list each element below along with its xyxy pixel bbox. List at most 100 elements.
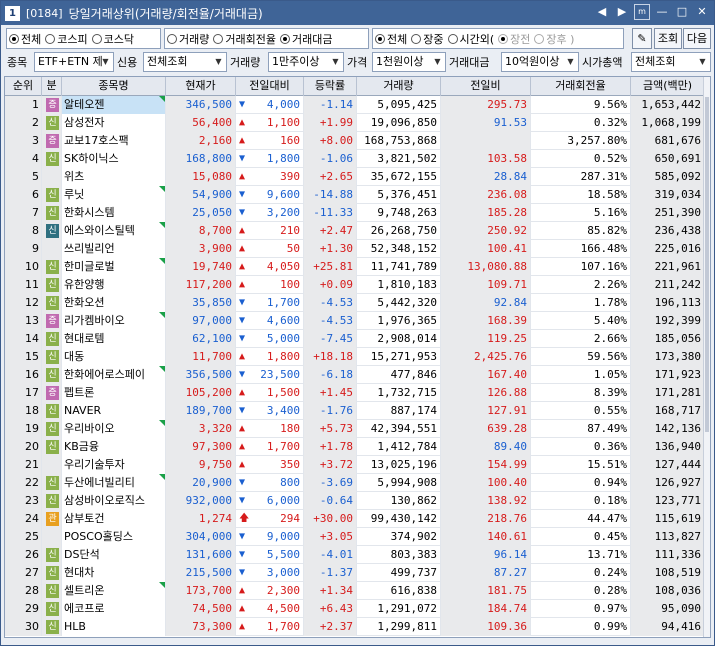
credit-select[interactable]: 전체조회 ▼ xyxy=(143,52,227,72)
col-rate[interactable]: 등락률 xyxy=(304,77,357,96)
session-radio-premarket[interactable]: 장전 xyxy=(498,31,530,47)
price-select[interactable]: 1천원이상 ▼ xyxy=(372,52,446,72)
stock-name-cell[interactable]: HLB xyxy=(62,618,166,636)
stock-name-cell[interactable]: 리가켐바이오 xyxy=(62,312,166,330)
stock-name-cell[interactable]: POSCO홀딩스 xyxy=(62,528,166,546)
maximize-icon[interactable]: □ xyxy=(674,4,690,20)
table-row[interactable]: 10 신 한미글로벌 19,740 ▲ 4,050 +25.81 11,741,789 13,0… xyxy=(5,258,705,276)
stock-name-cell[interactable]: 삼부토건 xyxy=(62,510,166,528)
table-row[interactable]: 15 신 대동 11,700 ▲ 1,800 +18.18 15,271,953 2,425.7… xyxy=(5,348,705,366)
stock-name-cell[interactable]: 쓰리빌리언 xyxy=(62,240,166,258)
table-row[interactable]: 7 신 한화시스템 25,050 ▼ 3,200 -11.33 9,748,263 185.28… xyxy=(5,204,705,222)
stock-name-cell[interactable]: 위츠 xyxy=(62,168,166,186)
table-row[interactable]: 2 신 삼성전자 56,400 ▲ 1,100 +1.99 19,096,850 91.53 0.… xyxy=(5,114,705,132)
stock-name-cell[interactable]: 한화에어로스페이 xyxy=(62,366,166,384)
type-radio-amount[interactable]: 거래대금 xyxy=(279,31,332,47)
type-radio-turnover[interactable]: 거래회전율 xyxy=(213,31,276,47)
table-row[interactable]: 5 위츠 15,080 ▲ 390 +2.65 35,672,155 28.84 287.31%… xyxy=(5,168,705,186)
table-row[interactable]: 17 증 펩트론 105,200 ▲ 1,500 +1.45 1,732,715 126.88 8… xyxy=(5,384,705,402)
table-row[interactable]: 14 신 현대로템 62,100 ▼ 5,000 -7.45 2,908,014 119.25 2… xyxy=(5,330,705,348)
stock-name-cell[interactable]: 한화시스템 xyxy=(62,204,166,222)
col-amount[interactable]: 금액(백만) xyxy=(631,77,705,96)
stock-name-cell[interactable]: 루닛 xyxy=(62,186,166,204)
amount-select[interactable]: 10억원이상 ▼ xyxy=(501,52,579,72)
table-row[interactable]: 11 신 유한양행 117,200 ▲ 100 +0.09 1,810,183 109.71 2.… xyxy=(5,276,705,294)
session-radio-afterhours[interactable]: 시간외( xyxy=(447,31,494,47)
session-radio-all[interactable]: 전체 xyxy=(375,31,407,47)
table-row[interactable]: 4 신 SK하이닉스 168,800 ▼ 1,800 -1.06 3,821,502 103.5… xyxy=(5,150,705,168)
session-radio-postmarket[interactable]: 장후 ) xyxy=(534,31,574,47)
search-button[interactable]: 조회 xyxy=(654,28,682,49)
stock-name-cell[interactable]: 에스와이스틸텍 xyxy=(62,222,166,240)
scroll-thumb[interactable] xyxy=(705,97,709,432)
market-cap-select[interactable]: 전체조회 ▼ xyxy=(631,52,711,72)
stock-name-cell[interactable]: 교보17호스팩 xyxy=(62,132,166,150)
stock-name-cell[interactable]: 삼성전자 xyxy=(62,114,166,132)
stock-name-cell[interactable]: 펩트론 xyxy=(62,384,166,402)
stock-name-cell[interactable]: 에코프로 xyxy=(62,600,166,618)
type-radio-volume[interactable]: 거래량 xyxy=(167,31,209,47)
col-name[interactable]: 종목명 xyxy=(62,77,166,96)
col-prev-ratio[interactable]: 전일비 xyxy=(441,77,531,96)
table-row[interactable]: 30 신 HLB 73,300 ▲ 1,700 +2.37 1,299,811 109.36 0.… xyxy=(5,618,705,636)
table-row[interactable]: 22 신 두산에너빌리티 20,900 ▼ 800 -3.69 5,994,908 100.40… xyxy=(5,474,705,492)
stock-name-cell[interactable]: 셀트리온 xyxy=(62,582,166,600)
table-row[interactable]: 24 관 삼부토건 1,274 🡅 294 +30.00 99,430,142 218.76 44… xyxy=(5,510,705,528)
col-price[interactable]: 현재가 xyxy=(166,77,236,96)
stock-name-cell[interactable]: SK하이닉스 xyxy=(62,150,166,168)
stock-name-cell[interactable]: 한화오션 xyxy=(62,294,166,312)
stock-name-cell[interactable]: 알테오젠 xyxy=(62,96,166,114)
col-turnover[interactable]: 거래회전율 xyxy=(531,77,631,96)
stock-name-cell[interactable]: 현대로템 xyxy=(62,330,166,348)
table-row[interactable]: 9 쓰리빌리언 3,900 ▲ 50 +1.30 52,348,152 100.41 166.4… xyxy=(5,240,705,258)
table-row[interactable]: 26 신 DS단석 131,600 ▼ 5,500 -4.01 803,383 96.14 13.… xyxy=(5,546,705,564)
col-volume[interactable]: 거래량 xyxy=(357,77,441,96)
item-select[interactable]: ETF+ETN 제 ▼ xyxy=(34,52,114,72)
volume-cell: 887,174 xyxy=(357,402,441,420)
table-row[interactable]: 28 신 셀트리온 173,700 ▲ 2,300 +1.34 616,838 181.75 0.… xyxy=(5,582,705,600)
table-row[interactable]: 25 POSCO홀딩스 304,000 ▼ 9,000 +3.05 374,902 140.6… xyxy=(5,528,705,546)
stock-name-cell[interactable]: DS단석 xyxy=(62,546,166,564)
table-row[interactable]: 3 증 교보17호스팩 2,160 ▲ 160 +8.00 168,753,868 3,257.… xyxy=(5,132,705,150)
table-row[interactable]: 8 신 에스와이스틸텍 8,700 ▲ 210 +2.47 26,268,750 250.92 8… xyxy=(5,222,705,240)
table-row[interactable]: 23 신 삼성바이오로직스 932,000 ▼ 6,000 -0.64 130,862 138.… xyxy=(5,492,705,510)
table-row[interactable]: 16 신 한화에어로스페이 356,500 ▼ 23,500 -6.18 477,846 167… xyxy=(5,366,705,384)
stock-name-cell[interactable]: 우리기술투자 xyxy=(62,456,166,474)
table-row[interactable]: 1 증 알테오젠 346,500 ▼ 4,000 -1.14 5,095,425 295.73 9… xyxy=(5,96,705,114)
memo-icon[interactable]: m xyxy=(634,4,650,20)
market-radio-kosdaq[interactable]: 코스닥 xyxy=(91,31,134,47)
next-button[interactable]: 다음 xyxy=(683,28,711,49)
stock-name-cell[interactable]: 현대차 xyxy=(62,564,166,582)
table-row[interactable]: 29 신 에코프로 74,500 ▲ 4,500 +6.43 1,291,072 184.74 0… xyxy=(5,600,705,618)
market-radio-all[interactable]: 전체 xyxy=(9,31,41,47)
market-radio-kospi[interactable]: 코스피 xyxy=(45,31,88,47)
stock-name-cell[interactable]: 우리바이오 xyxy=(62,420,166,438)
prev-icon[interactable]: ◀ xyxy=(594,4,610,20)
stock-name-cell[interactable]: KB금융 xyxy=(62,438,166,456)
minimize-icon[interactable]: — xyxy=(654,4,670,20)
next-icon[interactable]: ▶ xyxy=(614,4,630,20)
table-row[interactable]: 27 신 현대차 215,500 ▼ 3,000 -1.37 499,737 87.27 0.24… xyxy=(5,564,705,582)
table-row[interactable]: 12 신 한화오션 35,850 ▼ 1,700 -4.53 5,442,320 92.84 1.… xyxy=(5,294,705,312)
stock-name-cell[interactable]: 삼성바이오로직스 xyxy=(62,492,166,510)
stock-name-cell[interactable]: 대동 xyxy=(62,348,166,366)
table-row[interactable]: 13 증 리가켐바이오 97,000 ▼ 4,600 -4.53 1,976,365 168.3… xyxy=(5,312,705,330)
col-market[interactable]: 분 xyxy=(42,77,62,96)
table-row[interactable]: 20 신 KB금융 97,300 ▲ 1,700 +1.78 1,412,784 89.40 0.… xyxy=(5,438,705,456)
edit-icon[interactable]: ✎ xyxy=(632,28,652,49)
stock-name-cell[interactable]: NAVER xyxy=(62,402,166,420)
stock-name-cell[interactable]: 두산에너빌리티 xyxy=(62,474,166,492)
amount-cell: 192,399 xyxy=(631,312,705,330)
table-row[interactable]: 21 우리기술투자 9,750 ▲ 350 +3.72 13,025,196 154.99 15… xyxy=(5,456,705,474)
volume-select[interactable]: 1만주이상 ▼ xyxy=(268,52,344,72)
col-change[interactable]: 전일대비 xyxy=(236,77,304,96)
session-radio-regular[interactable]: 장중 xyxy=(411,31,444,47)
close-icon[interactable]: ✕ xyxy=(694,4,710,20)
table-row[interactable]: 19 신 우리바이오 3,320 ▲ 180 +5.73 42,394,551 639.28 87… xyxy=(5,420,705,438)
stock-name-cell[interactable]: 유한양행 xyxy=(62,276,166,294)
col-rank[interactable]: 순위 xyxy=(5,77,42,96)
table-row[interactable]: 18 신 NAVER 189,700 ▼ 3,400 -1.76 887,174 127.91 0… xyxy=(5,402,705,420)
stock-name-cell[interactable]: 한미글로벌 xyxy=(62,258,166,276)
vertical-scrollbar[interactable] xyxy=(703,77,710,637)
table-row[interactable]: 6 신 루닛 54,900 ▼ 9,600 -14.88 5,376,451 236.08 18.… xyxy=(5,186,705,204)
